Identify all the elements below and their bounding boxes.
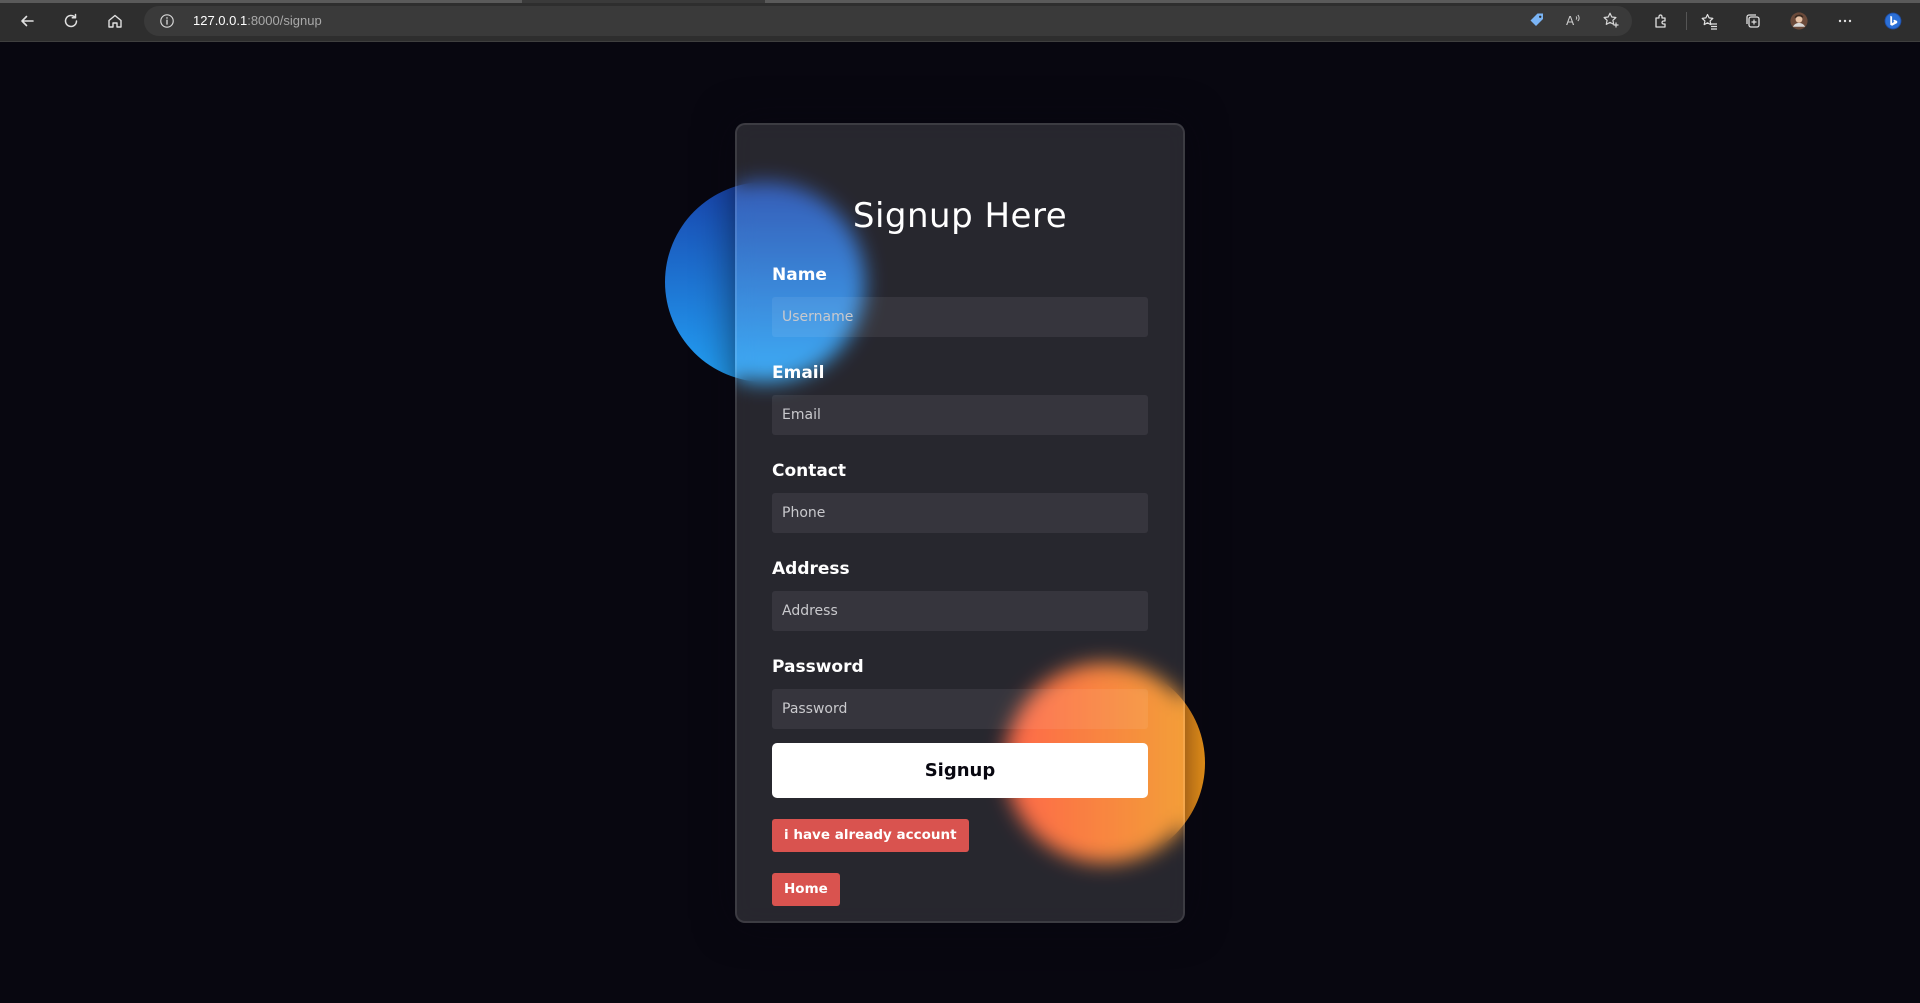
address-bar[interactable]: 127.0.0.1:8000/signup A	[144, 6, 1632, 36]
contact-label: Contact	[772, 461, 847, 481]
email-input[interactable]	[772, 395, 1148, 435]
shopping-tag-icon[interactable]	[1524, 7, 1550, 33]
toolbar-divider	[1686, 12, 1687, 30]
back-arrow-icon[interactable]	[12, 7, 42, 35]
url-path: :8000/signup	[247, 13, 322, 28]
home-link-row: Home	[772, 852, 1148, 906]
email-label: Email	[772, 363, 825, 383]
extensions-icon[interactable]	[1648, 8, 1674, 34]
more-icon[interactable]	[1832, 8, 1858, 34]
home-button[interactable]: Home	[772, 873, 840, 906]
signup-form: Signup Here Name Email Contact Address P…	[735, 123, 1185, 923]
url-text[interactable]: 127.0.0.1:8000/signup	[193, 13, 322, 28]
read-aloud-icon[interactable]: A	[1560, 7, 1586, 33]
page-title: Signup Here	[852, 196, 1068, 236]
add-favorite-icon[interactable]	[1598, 7, 1624, 33]
profile-avatar[interactable]	[1786, 8, 1812, 34]
browser-toolbar: 127.0.0.1:8000/signup A	[0, 0, 1920, 42]
home-icon[interactable]	[100, 7, 130, 35]
name-label: Name	[772, 265, 827, 285]
svg-text:A: A	[1566, 14, 1575, 28]
already-have-account-button[interactable]: i have already account	[772, 819, 969, 852]
address-input[interactable]	[772, 591, 1148, 631]
site-info-icon[interactable]	[158, 12, 176, 30]
username-input[interactable]	[772, 297, 1148, 337]
address-label: Address	[772, 559, 850, 579]
tab-strip	[0, 0, 1920, 3]
url-host: 127.0.0.1	[193, 13, 248, 28]
bing-icon[interactable]	[1878, 6, 1908, 36]
login-link-row: i have already account	[772, 798, 1148, 852]
favorites-icon[interactable]	[1696, 8, 1722, 34]
phone-input[interactable]	[772, 493, 1148, 533]
page-body: Signup Here Name Email Contact Address P…	[0, 43, 1920, 1003]
reload-icon[interactable]	[56, 7, 86, 35]
signup-button[interactable]: Signup	[772, 743, 1148, 798]
password-input[interactable]	[772, 689, 1148, 729]
password-label: Password	[772, 657, 864, 677]
collections-icon[interactable]	[1740, 8, 1766, 34]
